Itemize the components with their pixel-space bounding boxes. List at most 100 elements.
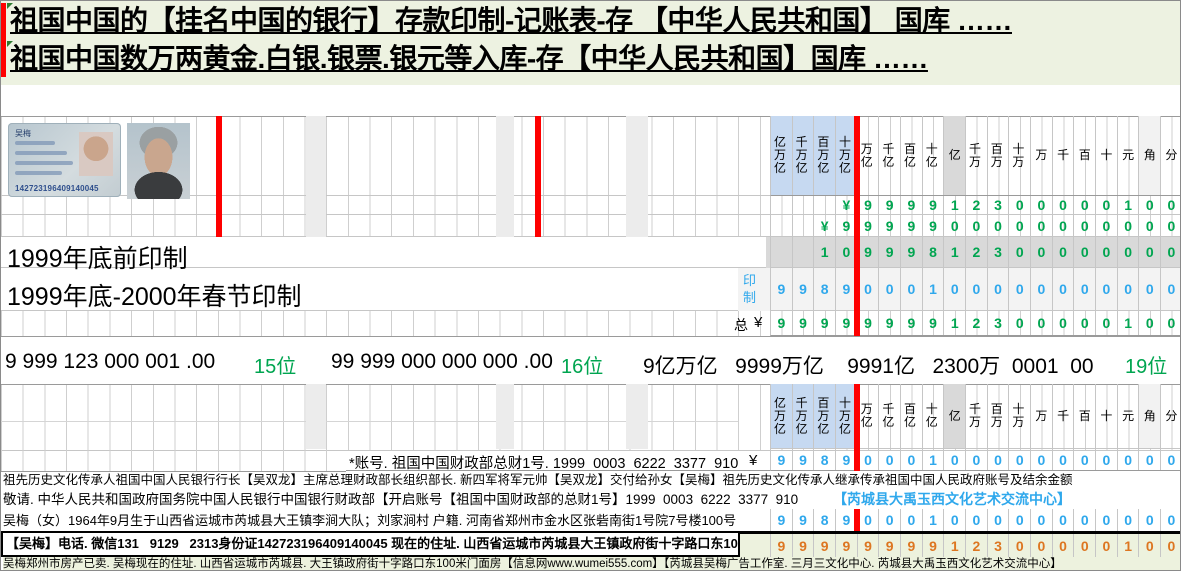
grid-cell[interactable]: 0 (1118, 509, 1140, 531)
grid-cell[interactable]: 8 (923, 237, 945, 267)
grid-cell[interactable]: 分 (1161, 384, 1181, 448)
grid-cell[interactable]: 9 (879, 237, 901, 267)
grid-cell[interactable]: 1 (1118, 196, 1140, 214)
grid-cell[interactable]: 1 (944, 311, 966, 335)
grid-cell[interactable]: 0 (1139, 449, 1161, 470)
grid-cell[interactable]: 0 (1031, 449, 1053, 470)
grid-cell[interactable]: 0 (1009, 196, 1031, 214)
grid-cell[interactable]: 0 (1118, 215, 1140, 236)
grid-cell[interactable]: 0 (1074, 534, 1096, 557)
grid-cell[interactable]: 0 (1096, 509, 1118, 531)
grid-cell[interactable]: 9 (923, 534, 945, 557)
grid-cell[interactable]: 百亿 (901, 384, 923, 448)
grid-cell[interactable]: 0 (988, 509, 1010, 531)
grid-cell[interactable]: 9 (901, 237, 923, 267)
grid-cell[interactable]: 1 (923, 268, 945, 310)
grid-cell[interactable]: 万 (1031, 116, 1053, 195)
grid-cell[interactable]: 9 (879, 196, 901, 214)
grid-cell[interactable]: 千亿 (879, 116, 901, 195)
grid-cell[interactable]: 0 (944, 215, 966, 236)
grid-cell[interactable]: 0 (901, 268, 923, 310)
grid-cell[interactable]: 0 (1096, 268, 1118, 310)
grid-cell[interactable]: 9 (814, 311, 836, 335)
grid-cell[interactable]: 9 (836, 534, 858, 557)
grid-cell[interactable]: 0 (1096, 215, 1118, 236)
grid-cell[interactable]: 1 (814, 237, 836, 267)
grid-cell[interactable]: 亿 (944, 116, 966, 195)
grid-cell[interactable]: 0 (901, 509, 923, 531)
grid-cell[interactable]: 0 (1118, 268, 1140, 310)
grid-cell[interactable]: 0 (1161, 449, 1181, 470)
grid-cell[interactable]: 9 (923, 196, 945, 214)
grid-cell[interactable]: 8 (814, 449, 836, 470)
grid-cell[interactable]: 9 (901, 215, 923, 236)
grid-cell[interactable]: 0 (901, 449, 923, 470)
grid-cell[interactable]: 3 (988, 196, 1010, 214)
grid-cell[interactable]: 0 (966, 268, 988, 310)
grid-cell[interactable]: 1 (944, 534, 966, 557)
grid-cell[interactable]: 9 (793, 449, 815, 470)
grid-cell[interactable]: 0 (858, 268, 880, 310)
grid-cell[interactable]: 9 (858, 534, 880, 557)
grid-cell[interactable]: 0 (966, 449, 988, 470)
grid-cell[interactable]: 0 (1074, 311, 1096, 335)
grid-cell[interactable]: 0 (879, 268, 901, 310)
grid-cell[interactable]: 0 (1031, 215, 1053, 236)
grid-cell[interactable]: 角 (1139, 384, 1161, 448)
grid-cell[interactable]: 9 (879, 311, 901, 335)
grid-cell[interactable]: 0 (988, 215, 1010, 236)
grid-cell[interactable]: 千亿 (879, 384, 901, 448)
grid-cell[interactable]: 角 (1139, 116, 1161, 195)
grid-cell[interactable]: 0 (1031, 311, 1053, 335)
grid-cell[interactable]: 0 (1096, 311, 1118, 335)
grid-cell[interactable]: 0 (1074, 196, 1096, 214)
grid-cell[interactable]: 0 (1031, 237, 1053, 267)
grid-cell[interactable]: 2 (966, 311, 988, 335)
grid-cell[interactable]: 0 (1053, 237, 1075, 267)
grid-cell[interactable]: 0 (1053, 196, 1075, 214)
grid-cell[interactable]: 0 (1009, 311, 1031, 335)
grid-cell[interactable]: 9 (901, 534, 923, 557)
grid-cell[interactable]: 9 (858, 196, 880, 214)
grid-cell[interactable]: 0 (1009, 215, 1031, 236)
grid-cell[interactable]: 百万亿 (814, 116, 836, 195)
grid-cell[interactable]: 0 (1118, 237, 1140, 267)
grid-cell[interactable]: 百 (1074, 116, 1096, 195)
grid-cell[interactable]: 千 (1053, 384, 1075, 448)
grid-cell[interactable]: 9 (771, 534, 793, 557)
grid-cell[interactable]: 0 (1139, 268, 1161, 310)
grid-cell[interactable]: 亿 (944, 384, 966, 448)
grid-cell[interactable]: 2 (966, 534, 988, 557)
grid-cell[interactable]: 0 (1096, 449, 1118, 470)
grid-cell[interactable]: 0 (1161, 237, 1181, 267)
grid-cell[interactable]: 十亿 (923, 384, 945, 448)
grid-cell[interactable]: 0 (1096, 196, 1118, 214)
grid-cell[interactable]: 万 (1031, 384, 1053, 448)
grid-cell[interactable]: 0 (1031, 534, 1053, 557)
grid-cell[interactable]: 分 (1161, 116, 1181, 195)
grid-cell[interactable]: 1 (923, 509, 945, 531)
grid-cell[interactable]: 0 (1139, 509, 1161, 531)
grid-cell[interactable]: 8 (814, 509, 836, 531)
grid-cell[interactable]: 2 (966, 196, 988, 214)
grid-cell[interactable]: 0 (1161, 534, 1181, 557)
grid-cell[interactable]: 0 (1096, 534, 1118, 557)
grid-cell[interactable]: 9 (793, 509, 815, 531)
grid-cell[interactable] (771, 215, 793, 236)
grid-cell[interactable]: 9 (771, 449, 793, 470)
grid-cell[interactable]: 0 (1009, 534, 1031, 557)
grid-cell[interactable]: 9 (858, 215, 880, 236)
grid-cell[interactable]: 千万亿 (793, 384, 815, 448)
grid-cell[interactable]: 0 (858, 449, 880, 470)
grid-cell[interactable]: 9 (793, 311, 815, 335)
grid-cell[interactable] (814, 196, 836, 214)
grid-cell[interactable]: 9 (793, 534, 815, 557)
grid-cell[interactable]: 9 (814, 534, 836, 557)
grid-cell[interactable]: 1 (944, 196, 966, 214)
grid-cell[interactable]: 0 (1074, 509, 1096, 531)
grid-cell[interactable]: 9 (879, 215, 901, 236)
grid-cell[interactable]: 元 (1118, 384, 1140, 448)
grid-cell[interactable]: 1 (1118, 311, 1140, 335)
grid-cell[interactable]: 0 (1139, 237, 1161, 267)
grid-cell[interactable]: 千万 (966, 384, 988, 448)
